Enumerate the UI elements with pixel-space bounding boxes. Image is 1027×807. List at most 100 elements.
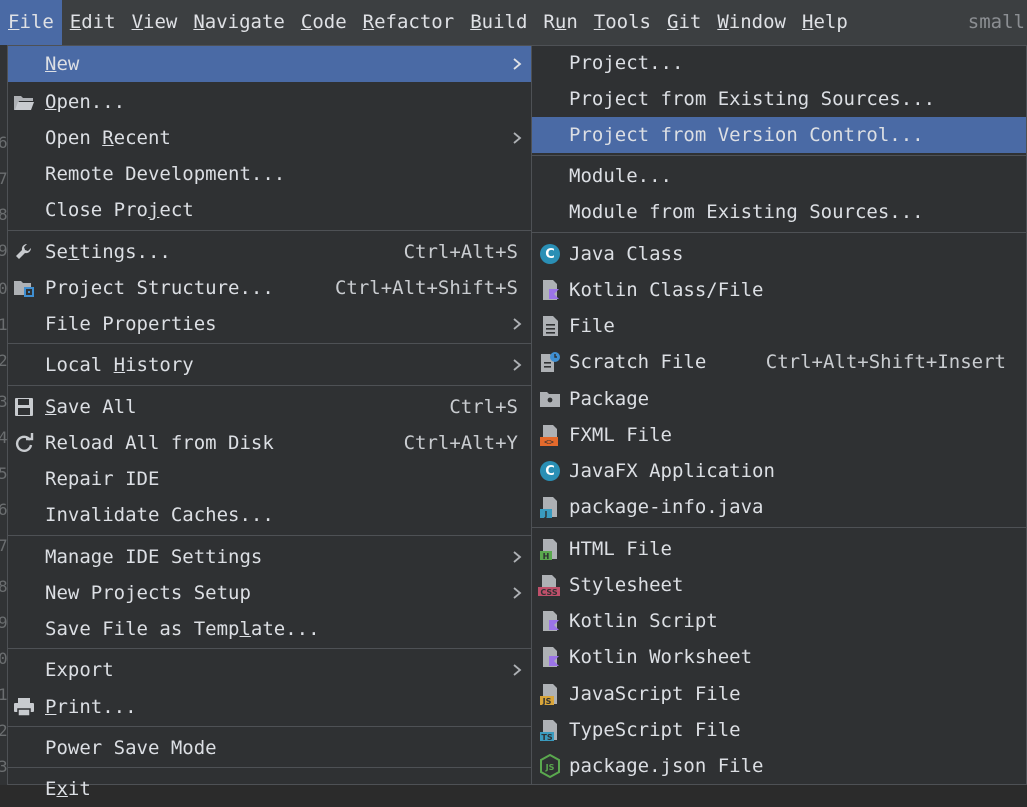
file-menu-close-project[interactable]: Close Project (8, 192, 531, 228)
menu-separator (8, 726, 531, 727)
new-menu-java-class[interactable]: C Java Class (532, 236, 1026, 272)
menu-item-label: Project from Version Control... (569, 124, 924, 146)
project-structure-icon (12, 276, 36, 300)
file-menu-exit[interactable]: Exit (8, 771, 531, 807)
file-menu-file-properties[interactable]: File Properties (8, 306, 531, 342)
menu-item-label: Module from Existing Sources... (569, 201, 924, 223)
file-icon (538, 314, 562, 338)
fxml-file-icon: <> (538, 423, 562, 447)
new-submenu-popup: Project... Project from Existing Sources… (531, 45, 1027, 785)
menu-window[interactable]: Window (709, 0, 794, 45)
css-file-icon: CSS (538, 573, 562, 597)
menu-item-label: Scratch File (569, 351, 707, 373)
menu-item-label: Save All (45, 396, 137, 418)
menu-edit[interactable]: Edit (62, 0, 124, 45)
new-menu-html-file[interactable]: H HTML File (532, 531, 1026, 567)
new-menu-package[interactable]: Package (532, 381, 1026, 417)
chevron-right-icon (513, 58, 522, 70)
new-menu-kotlin-worksheet[interactable]: Kotlin Worksheet (532, 639, 1026, 675)
file-menu-power-save-mode[interactable]: Power Save Mode (8, 730, 531, 766)
menu-refactor[interactable]: Refactor (355, 0, 463, 45)
typescript-file-icon: TS (538, 718, 562, 742)
new-menu-module[interactable]: Module... (532, 158, 1026, 194)
new-menu-scratch-file[interactable]: Scratch File Ctrl+Alt+Shift+Insert (532, 344, 1026, 380)
new-menu-project-existing-sources[interactable]: Project from Existing Sources... (532, 81, 1026, 117)
new-menu-javascript-file[interactable]: JS JavaScript File (532, 676, 1026, 712)
file-menu-open[interactable]: Open... (8, 84, 531, 120)
menu-item-label: Package (569, 388, 650, 410)
java-j-glyph: J (544, 510, 548, 518)
file-menu-open-recent[interactable]: Open Recent (8, 120, 531, 156)
menu-item-label: Kotlin Worksheet (569, 646, 753, 668)
menu-separator (8, 385, 531, 386)
menu-navigate[interactable]: Navigate (185, 0, 293, 45)
menu-item-label: Close Project (45, 199, 194, 221)
file-menu-manage-ide-settings[interactable]: Manage IDE Settings (8, 539, 531, 575)
menu-item-label: New (45, 53, 80, 75)
new-menu-typescript-file[interactable]: TS TypeScript File (532, 712, 1026, 748)
file-menu-export[interactable]: Export (8, 652, 531, 688)
chevron-right-icon (513, 359, 522, 371)
file-menu-save-as-template[interactable]: Save File as Template... (8, 611, 531, 647)
menu-item-label: Manage IDE Settings (45, 546, 263, 568)
js-glyph: JS (542, 697, 552, 705)
menu-item-label: Project from Existing Sources... (569, 88, 936, 110)
menu-code[interactable]: Code (293, 0, 355, 45)
file-menu-save-all[interactable]: Save All Ctrl+S (8, 389, 531, 425)
menu-item-label: Settings... (45, 241, 171, 263)
menu-item-label: Open Recent (45, 127, 171, 149)
menu-item-label: Power Save Mode (45, 737, 217, 759)
chevron-right-icon (513, 587, 522, 599)
new-menu-module-existing-sources[interactable]: Module from Existing Sources... (532, 194, 1026, 230)
new-menu-file[interactable]: File (532, 308, 1026, 344)
file-menu-popup: New Open... Open Recent Remote Developme… (7, 45, 532, 800)
menu-item-label: FXML File (569, 424, 672, 446)
menu-build[interactable]: Build (462, 0, 535, 45)
menu-item-label: Exit (45, 778, 91, 800)
file-menu-new-projects-setup[interactable]: New Projects Setup (8, 575, 531, 611)
kotlin-worksheet-icon (538, 645, 562, 669)
menu-help[interactable]: Help (794, 0, 856, 45)
new-menu-kotlin-script[interactable]: Kotlin Script (532, 603, 1026, 639)
new-menu-project-version-control[interactable]: Project from Version Control... (532, 117, 1026, 153)
menu-git[interactable]: Git (659, 0, 709, 45)
new-menu-package-info[interactable]: J package-info.java (532, 489, 1026, 525)
new-menu-fxml-file[interactable]: <> FXML File (532, 417, 1026, 453)
css-glyph: CSS (540, 588, 557, 596)
nodejs-icon: JS (538, 754, 562, 778)
menu-item-label: Kotlin Script (569, 610, 718, 632)
file-menu-remote-development[interactable]: Remote Development... (8, 156, 531, 192)
file-menu-print[interactable]: Print... (8, 689, 531, 725)
fxml-tag-glyph: <> (544, 438, 554, 447)
new-menu-javafx-application[interactable]: C JavaFX Application (532, 453, 1026, 489)
chevron-right-icon (513, 551, 522, 563)
new-menu-package-json[interactable]: JS package.json File (532, 748, 1026, 784)
menu-item-label: Open... (45, 91, 126, 113)
file-menu-project-structure[interactable]: Project Structure... Ctrl+Alt+Shift+S (8, 270, 531, 306)
menu-item-label: Kotlin Class/File (569, 279, 764, 301)
node-js-glyph: JS (545, 763, 555, 772)
file-menu-local-history[interactable]: Local History (8, 347, 531, 383)
new-menu-project[interactable]: Project... (532, 45, 1026, 81)
java-file-icon: J (538, 495, 562, 519)
file-menu-settings[interactable]: Settings... Ctrl+Alt+S (8, 234, 531, 270)
html-h-glyph: H (543, 552, 550, 560)
file-menu-invalidate-caches[interactable]: Invalidate Caches... (8, 497, 531, 533)
wrench-icon (12, 240, 36, 264)
new-menu-kotlin-class[interactable]: Kotlin Class/File (532, 272, 1026, 308)
menu-item-label: TypeScript File (569, 719, 741, 741)
menu-item-label: JavaFX Application (569, 460, 775, 482)
menu-view[interactable]: View (124, 0, 186, 45)
file-menu-repair-ide[interactable]: Repair IDE (8, 461, 531, 497)
menu-tools[interactable]: Tools (586, 0, 659, 45)
menu-item-label: Local History (45, 354, 194, 376)
menu-run[interactable]: Run (535, 0, 585, 45)
menu-item-label: Module... (569, 165, 672, 187)
file-menu-new[interactable]: New (8, 46, 531, 82)
menu-item-label: Java Class (569, 243, 684, 265)
menu-file[interactable]: File (0, 0, 62, 45)
kotlin-script-icon (538, 609, 562, 633)
menu-item-label: New Projects Setup (45, 582, 251, 604)
new-menu-stylesheet[interactable]: CSS Stylesheet (532, 567, 1026, 603)
file-menu-reload-all[interactable]: Reload All from Disk Ctrl+Alt+Y (8, 425, 531, 461)
